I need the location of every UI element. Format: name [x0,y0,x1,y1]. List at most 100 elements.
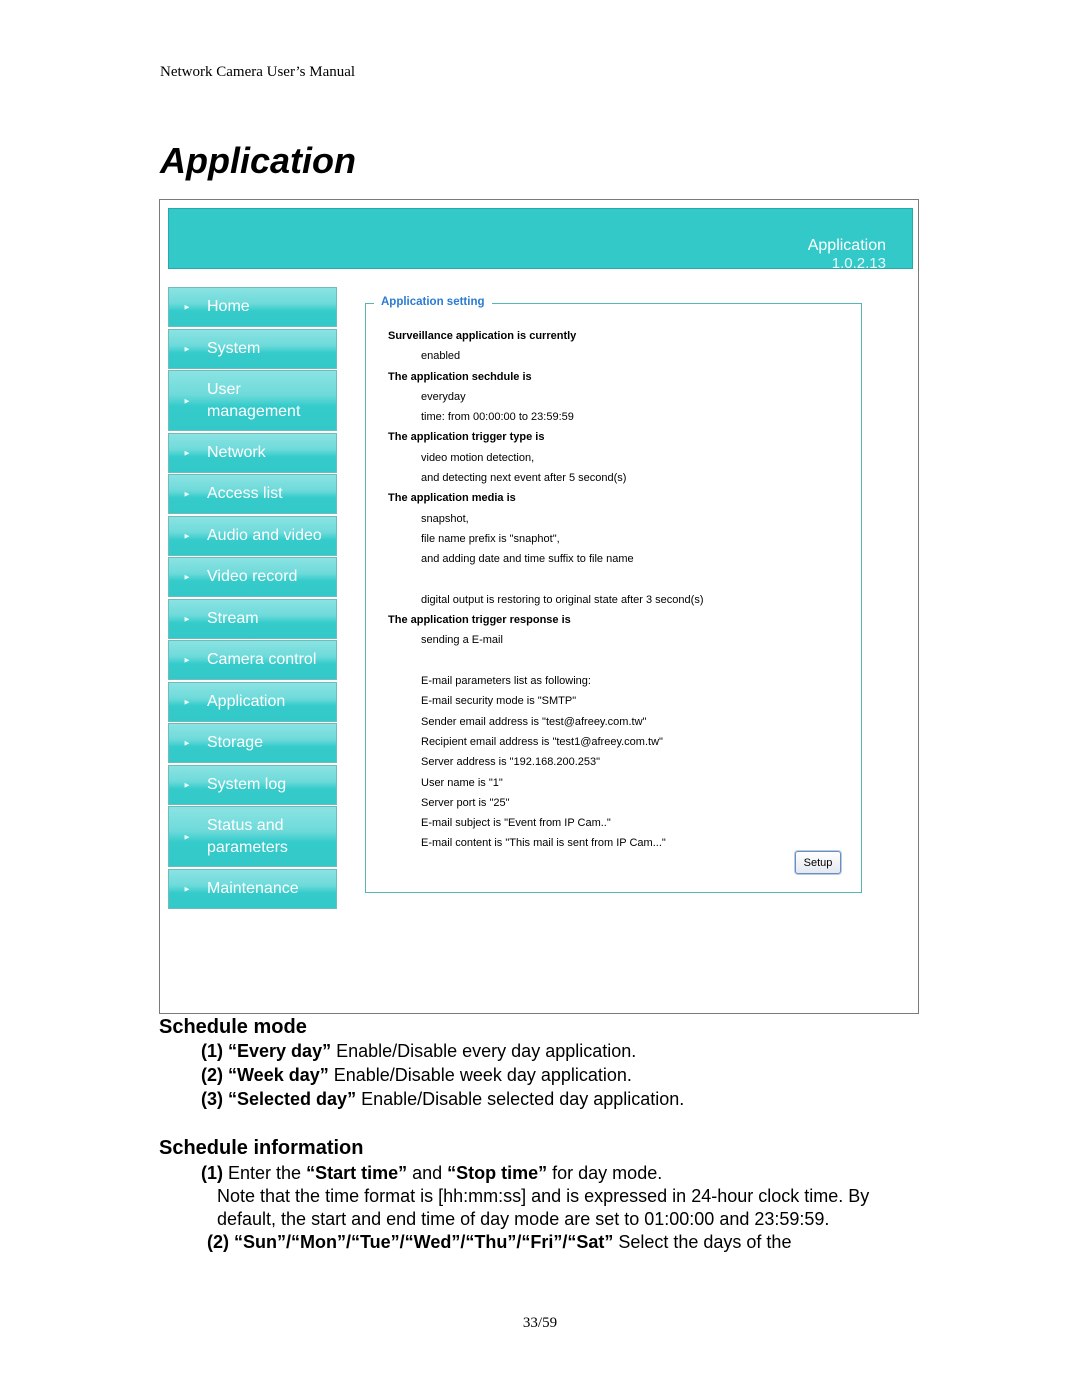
app-banner: Application 1.0.2.13 [168,208,913,272]
setting-value: time: from 00:00:00 to 23:59:59 [421,411,574,424]
sidebar-item-label: User management [207,380,301,420]
sidebar-item-status-and-parameters[interactable]: ► Status and parameters [168,806,337,867]
sidebar-item-access-list[interactable]: ► Access list [168,474,337,514]
item-number: (3) [201,1089,223,1109]
sidebar-item-label: Access list [207,485,283,502]
item-text: for day mode. [547,1163,663,1183]
sidebar-item-label: Storage [207,734,264,751]
item-term: “Week day” [228,1065,329,1085]
item-text: and [407,1163,448,1183]
sidebar-item-label: System log [207,775,287,793]
setting-value: E-mail content is "This mail is sent fro… [421,837,666,850]
sidebar-item-label: Application [207,692,286,710]
triangle-right-icon: ► [183,396,191,405]
sidebar-item-system-log[interactable]: ► System log [168,764,337,805]
triangle-right-icon: ► [183,344,191,353]
item-number: (1) [201,1041,223,1061]
schedule-mode-title: Schedule mode [159,1016,307,1038]
sidebar-item-label: Audio and video [207,526,322,544]
ui-screenshot: Application 1.0.2.13 ► Home ► System ► User… [159,199,919,1014]
setting-value: sending a E-mail [421,634,503,647]
application-setting-panel: Application setting Surveillance applica… [365,296,862,893]
triangle-right-icon: ► [183,489,191,499]
sidebar-item-label: Maintenance [207,879,299,897]
setting-value: everyday [421,390,466,403]
sidebar-item-stream[interactable]: ► Stream [168,598,337,639]
setup-button[interactable]: Setup [795,851,841,874]
item-number: (2) [201,1065,223,1085]
setting-heading: Surveillance application is currently [388,330,577,342]
triangle-right-icon: ► [183,780,191,789]
schedule-mode-item: (1) “Every day” Enable/Disable every day… [201,1041,636,1062]
setting-value: Server address is "192.168.200.253" [421,756,601,769]
setting-heading: The application sechdule is [388,370,532,383]
sidebar-item-label: System [207,339,261,357]
sidebar-item-label: Video record [207,568,298,585]
sidebar-item-audio-and-video[interactable]: ► Audio and video [168,515,337,556]
sidebar-item-camera-control[interactable]: ► Camera control [168,640,337,680]
running-header: Network Camera User’s Manual [160,64,356,80]
item-term: “Stop time” [447,1163,548,1183]
schedule-info-note-line: default, the start and end time of day m… [217,1209,830,1229]
setting-value: video motion detection, [421,451,535,464]
item-desc: Select the days of the [613,1232,792,1252]
panel-legend: Application setting [374,296,492,308]
setting-value: enabled [421,350,461,363]
page-heading: Application [160,140,356,181]
triangle-right-icon: ► [183,738,191,748]
triangle-right-icon: ► [183,531,191,540]
sidebar-item-maintenance[interactable]: ► Maintenance [168,868,337,909]
item-desc: Enable/Disable selected day application. [356,1089,685,1109]
banner-version: 1.0.2.13 [831,255,886,272]
item-desc: Enable/Disable every day application. [331,1041,637,1061]
item-text: Enter the [223,1163,307,1183]
sidebar-item-video-record[interactable]: ► Video record [168,557,337,597]
item-term: “Every day” [228,1041,332,1061]
triangle-right-icon: ► [183,614,191,623]
sidebar-item-label: Status and parameters [207,816,288,856]
setting-value: digital output is restoring to original … [421,593,704,606]
setting-value: snapshot, [421,512,469,525]
setting-value: E-mail security mode is "SMTP" [421,695,577,708]
triangle-right-icon: ► [183,884,191,893]
setting-heading: The application media is [388,492,516,505]
schedule-mode-item: (3) “Selected day” Enable/Disable select… [201,1089,684,1110]
triangle-right-icon: ► [183,655,191,665]
item-term: “Sun”/“Mon”/“Tue”/“Wed”/“Thu”/“Fri”/“Sat… [234,1232,614,1252]
setting-value: User name is "1" [421,776,503,789]
sidebar-nav: ► Home ► System ► User management ► Network … [168,287,337,910]
item-number: (1) [201,1163,223,1183]
sidebar-item-storage[interactable]: ► Storage [168,723,337,763]
setting-value: Server port is "25" [421,796,510,809]
setting-value [388,651,703,671]
sidebar-item-home[interactable]: ► Home [168,287,337,327]
sidebar-item-network[interactable]: ► Network [168,432,337,473]
sidebar-item-label: Network [207,443,266,461]
setting-value: file name prefix is "snaphot", [421,532,560,545]
schedule-info-item-1: (1) Enter the “Start time” and “Stop tim… [201,1163,662,1184]
triangle-right-icon: ► [183,697,191,706]
setting-value: Sender email address is "test@afreey.com… [421,715,647,728]
sidebar-item-label: Stream [207,609,259,627]
setting-value [388,570,703,590]
sidebar-item-application[interactable]: ► Application [168,681,337,722]
item-desc: Enable/Disable week day application. [328,1065,632,1085]
sidebar-item-system[interactable]: ► System [168,328,337,369]
setting-heading: The application trigger type is [388,431,545,444]
sidebar-item-user-management[interactable]: ► User management [168,370,337,431]
setting-value: E-mail subject is "Event from IP Cam.." [421,817,611,830]
settings-summary: Surveillance application is currently ena… [388,326,703,854]
item-number: (2) [207,1232,229,1252]
setting-value: Recipient email address is "test1@afreey… [421,735,663,748]
banner-title: Application [807,237,886,254]
triangle-right-icon: ► [183,302,191,312]
sidebar-item-label: Camera control [207,651,317,668]
triangle-right-icon: ► [183,448,191,457]
schedule-mode-item: (2) “Week day” Enable/Disable week day a… [201,1065,632,1086]
sidebar-item-label: Home [207,298,250,315]
setting-value: E-mail parameters list as following: [421,675,591,688]
schedule-information-title: Schedule information [159,1137,364,1159]
setting-value: and detecting next event after 5 second(… [421,472,627,485]
page-number: 33/59 [522,1315,558,1331]
item-term: “Selected day” [228,1089,357,1109]
